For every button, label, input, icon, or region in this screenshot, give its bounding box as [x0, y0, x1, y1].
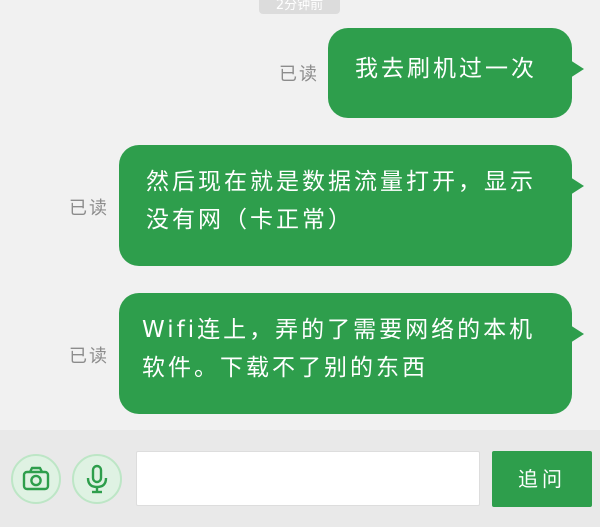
message-bubble[interactable]: 我去刷机过一次 — [328, 28, 584, 118]
camera-button[interactable] — [11, 454, 61, 504]
timestamp: 2分钟前 — [259, 0, 340, 14]
composer-bar: 追问 — [0, 430, 600, 527]
read-status: 已读 — [69, 198, 109, 219]
message-text: 我去刷机过一次 — [355, 56, 537, 82]
message-text: 然后现在就是数据流量打开，显示没有网（卡正常） — [146, 169, 536, 233]
voice-button[interactable] — [72, 454, 122, 504]
message-bubble[interactable]: Wifi连上，弄的了需要网络的本机软件。下载不了别的东西 — [119, 293, 584, 414]
microphone-icon — [86, 464, 108, 494]
read-status: 已读 — [279, 64, 319, 85]
message-bubble[interactable]: 然后现在就是数据流量打开，显示没有网（卡正常） — [119, 145, 584, 266]
send-button[interactable]: 追问 — [492, 451, 592, 507]
message-input[interactable] — [136, 451, 480, 506]
camera-icon — [22, 466, 50, 491]
message-text: Wifi连上，弄的了需要网络的本机软件。下载不了别的东西 — [142, 317, 536, 381]
read-status: 已读 — [69, 346, 109, 367]
